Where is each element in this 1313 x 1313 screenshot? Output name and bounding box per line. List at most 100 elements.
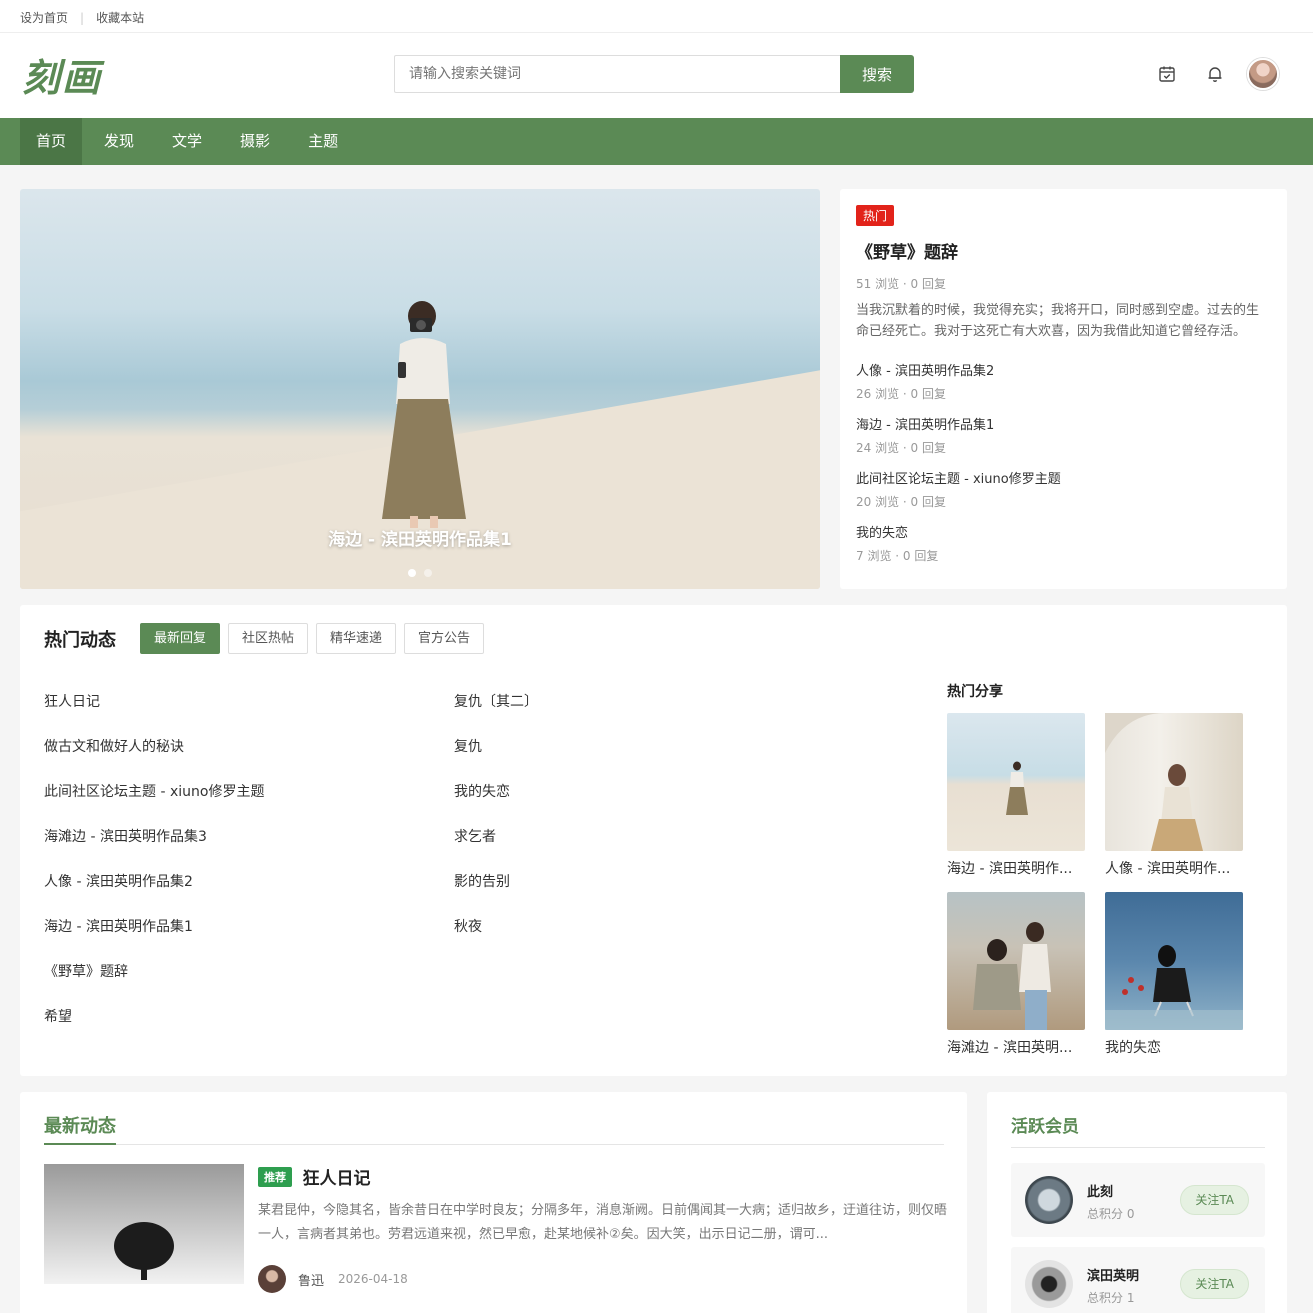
nav-item-photography[interactable]: 摄影	[224, 118, 286, 165]
share-title[interactable]: 海滩边 - 滨田英明...	[947, 1037, 1085, 1057]
list-item[interactable]: 此间社区论坛主题 - xiuno修罗主题 20 浏览 · 0 回复	[856, 468, 1271, 510]
share-card[interactable]: 海滩边 - 滨田英明...	[947, 892, 1085, 1057]
main-nav: 首页 发现 文学 摄影 主题	[0, 118, 1313, 165]
bookmark-link[interactable]: 收藏本站	[96, 9, 144, 26]
search-input[interactable]	[394, 55, 840, 93]
nav-item-themes[interactable]: 主题	[292, 118, 354, 165]
post-body: 推荐 狂人日记 某君昆仲，今隐其名，皆余昔日在中学时良友；分隔多年，消息渐阙。日…	[258, 1164, 948, 1293]
set-home-link[interactable]: 设为首页	[20, 9, 68, 26]
list-item[interactable]: 人像 - 滨田英明作品集2 26 浏览 · 0 回复	[856, 360, 1271, 402]
list-item[interactable]: 《野草》题辞	[44, 961, 424, 1006]
share-title[interactable]: 我的失恋	[1105, 1037, 1243, 1057]
list-item[interactable]: 希望	[44, 1006, 424, 1051]
section-header: 热门动态 最新回复 社区热帖 精华速递 官方公告	[44, 623, 492, 654]
tab-hot-posts[interactable]: 社区热帖	[228, 623, 309, 654]
user-avatar[interactable]	[1239, 57, 1287, 91]
share-image[interactable]	[1105, 892, 1243, 1030]
hot-badge: 热门	[856, 205, 895, 226]
active-members: 活跃会员 此刻 总积分 0 关注TA 滨田英明 总积分 1 关注TA	[987, 1092, 1287, 1313]
section-title: 活跃会员	[1011, 1117, 1079, 1137]
list-item[interactable]: 海边 - 滨田英明作品集1	[44, 916, 424, 961]
list-item[interactable]: 我的失恋	[454, 781, 834, 826]
header-actions	[1143, 57, 1287, 91]
post-list-left: 狂人日记 做古文和做好人的秘诀 此间社区论坛主题 - xiuno修罗主题 海滩边…	[44, 691, 424, 1051]
separator: |	[80, 10, 85, 25]
author-name[interactable]: 鲁迅	[298, 1270, 324, 1289]
list-item-title[interactable]: 我的失恋	[856, 522, 1271, 541]
avatar[interactable]	[258, 1265, 286, 1293]
avatar[interactable]	[1025, 1260, 1073, 1308]
latest-section: 最新动态 推荐 狂人日记 某君昆仲，今隐其名，皆余昔日在中学时良友；分隔多年，消…	[20, 1092, 967, 1313]
list-item[interactable]: 我的失恋 7 浏览 · 0 回复	[856, 522, 1271, 564]
list-item-title[interactable]: 海边 - 滨田英明作品集1	[856, 414, 1271, 433]
hot-title[interactable]: 《野草》题辞	[856, 238, 1271, 263]
hero-carousel[interactable]: 海边 - 滨田英明作品集1	[20, 189, 820, 589]
tab-announcements[interactable]: 官方公告	[404, 623, 485, 654]
share-card[interactable]: 我的失恋	[1105, 892, 1243, 1057]
header: 刻画 搜索	[0, 33, 1313, 118]
list-item[interactable]: 此间社区论坛主题 - xiuno修罗主题	[44, 781, 424, 826]
share-image[interactable]	[947, 713, 1085, 851]
nav-item-home[interactable]: 首页	[20, 118, 83, 165]
list-item[interactable]: 狂人日记	[44, 691, 424, 736]
member-card: 此刻 总积分 0 关注TA	[1011, 1163, 1265, 1237]
list-item[interactable]: 复仇〔其二〕	[454, 691, 834, 736]
bell-icon[interactable]	[1191, 57, 1239, 91]
share-card[interactable]: 人像 - 滨田英明作...	[1105, 713, 1243, 878]
list-item[interactable]: 海边 - 滨田英明作品集1 24 浏览 · 0 回复	[856, 414, 1271, 456]
calendar-check-icon[interactable]	[1143, 57, 1191, 91]
member-name[interactable]: 此刻	[1087, 1181, 1113, 1200]
hot-list: 人像 - 滨田英明作品集2 26 浏览 · 0 回复 海边 - 滨田英明作品集1 2…	[856, 360, 1271, 564]
tab-latest-replies[interactable]: 最新回复	[140, 623, 221, 654]
list-item-title[interactable]: 此间社区论坛主题 - xiuno修罗主题	[856, 468, 1271, 487]
share-card[interactable]: 海边 - 滨田英明作...	[947, 713, 1085, 878]
list-item[interactable]: 求乞者	[454, 826, 834, 871]
search-bar: 搜索	[394, 55, 914, 93]
list-item-meta: 26 浏览 · 0 回复	[856, 387, 946, 401]
carousel-dot[interactable]	[424, 569, 432, 577]
list-item-title[interactable]: 人像 - 滨田英明作品集2	[856, 360, 1271, 379]
share-title[interactable]: 人像 - 滨田英明作...	[1105, 858, 1243, 878]
section-header: 最新动态	[44, 1112, 944, 1145]
post-title[interactable]: 狂人日记	[302, 1164, 370, 1189]
list-item[interactable]: 做古文和做好人的秘诀	[44, 736, 424, 781]
hero-caption[interactable]: 海边 - 滨田英明作品集1	[20, 525, 820, 550]
carousel-dot[interactable]	[408, 569, 416, 577]
share-image[interactable]	[1105, 713, 1243, 851]
tab-featured[interactable]: 精华速递	[316, 623, 397, 654]
list-item[interactable]: 影的告别	[454, 871, 834, 916]
avatar[interactable]	[1025, 1176, 1073, 1224]
hot-share: 热门分享 海边 - 滨田英明作... 人像 - 滨田英明作... 海滩边 - 滨…	[947, 681, 1267, 1057]
site-logo[interactable]: 刻画	[22, 47, 102, 102]
avatar	[1247, 58, 1279, 90]
list-item-meta: 24 浏览 · 0 回复	[856, 441, 946, 455]
search-button[interactable]: 搜索	[840, 55, 914, 93]
hot-excerpt: 当我沉默着的时候，我觉得充实；我将开口，同时感到空虚。过去的生命已经死亡。我对于…	[856, 303, 1260, 339]
hot-panel: 热门 《野草》题辞 51 浏览 · 0 回复 当我沉默着的时候，我觉得充实；我将…	[840, 189, 1287, 589]
follow-button[interactable]: 关注TA	[1180, 1185, 1249, 1215]
list-item[interactable]: 秋夜	[454, 916, 834, 961]
share-image[interactable]	[947, 892, 1085, 1030]
hot-dynamics-section: 热门动态 最新回复 社区热帖 精华速递 官方公告 狂人日记 做古文和做好人的秘诀…	[20, 605, 1287, 1076]
post-date: 2026-04-18	[338, 1272, 408, 1286]
section-title: 最新动态	[44, 1112, 116, 1145]
member-card: 滨田英明 总积分 1 关注TA	[1011, 1247, 1265, 1313]
post-thumbnail[interactable]	[44, 1164, 244, 1284]
list-item[interactable]: 人像 - 滨田英明作品集2	[44, 871, 424, 916]
list-item-meta: 20 浏览 · 0 回复	[856, 495, 946, 509]
hero-photo-figure	[382, 301, 466, 528]
share-grid: 海边 - 滨田英明作... 人像 - 滨田英明作... 海滩边 - 滨田英明..…	[947, 713, 1267, 1057]
member-score: 总积分 1	[1087, 1291, 1135, 1305]
top-bar: 设为首页 | 收藏本站	[0, 0, 1313, 33]
share-title[interactable]: 海边 - 滨田英明作...	[947, 858, 1085, 878]
nav-item-discover[interactable]: 发现	[88, 118, 150, 165]
member-name[interactable]: 滨田英明	[1087, 1265, 1139, 1284]
list-item[interactable]: 海滩边 - 滨田英明作品集3	[44, 826, 424, 871]
post-excerpt: 某君昆仲，今隐其名，皆余昔日在中学时良友；分隔多年，消息渐阙。日前偶闻其一大病；…	[258, 1203, 948, 1242]
member-score: 总积分 0	[1087, 1207, 1135, 1221]
post-author: 鲁迅 2026-04-18	[258, 1265, 948, 1293]
follow-button[interactable]: 关注TA	[1180, 1269, 1249, 1299]
nav-item-literature[interactable]: 文学	[156, 118, 218, 165]
list-item[interactable]: 复仇	[454, 736, 834, 781]
recommend-badge: 推荐	[258, 1166, 292, 1187]
